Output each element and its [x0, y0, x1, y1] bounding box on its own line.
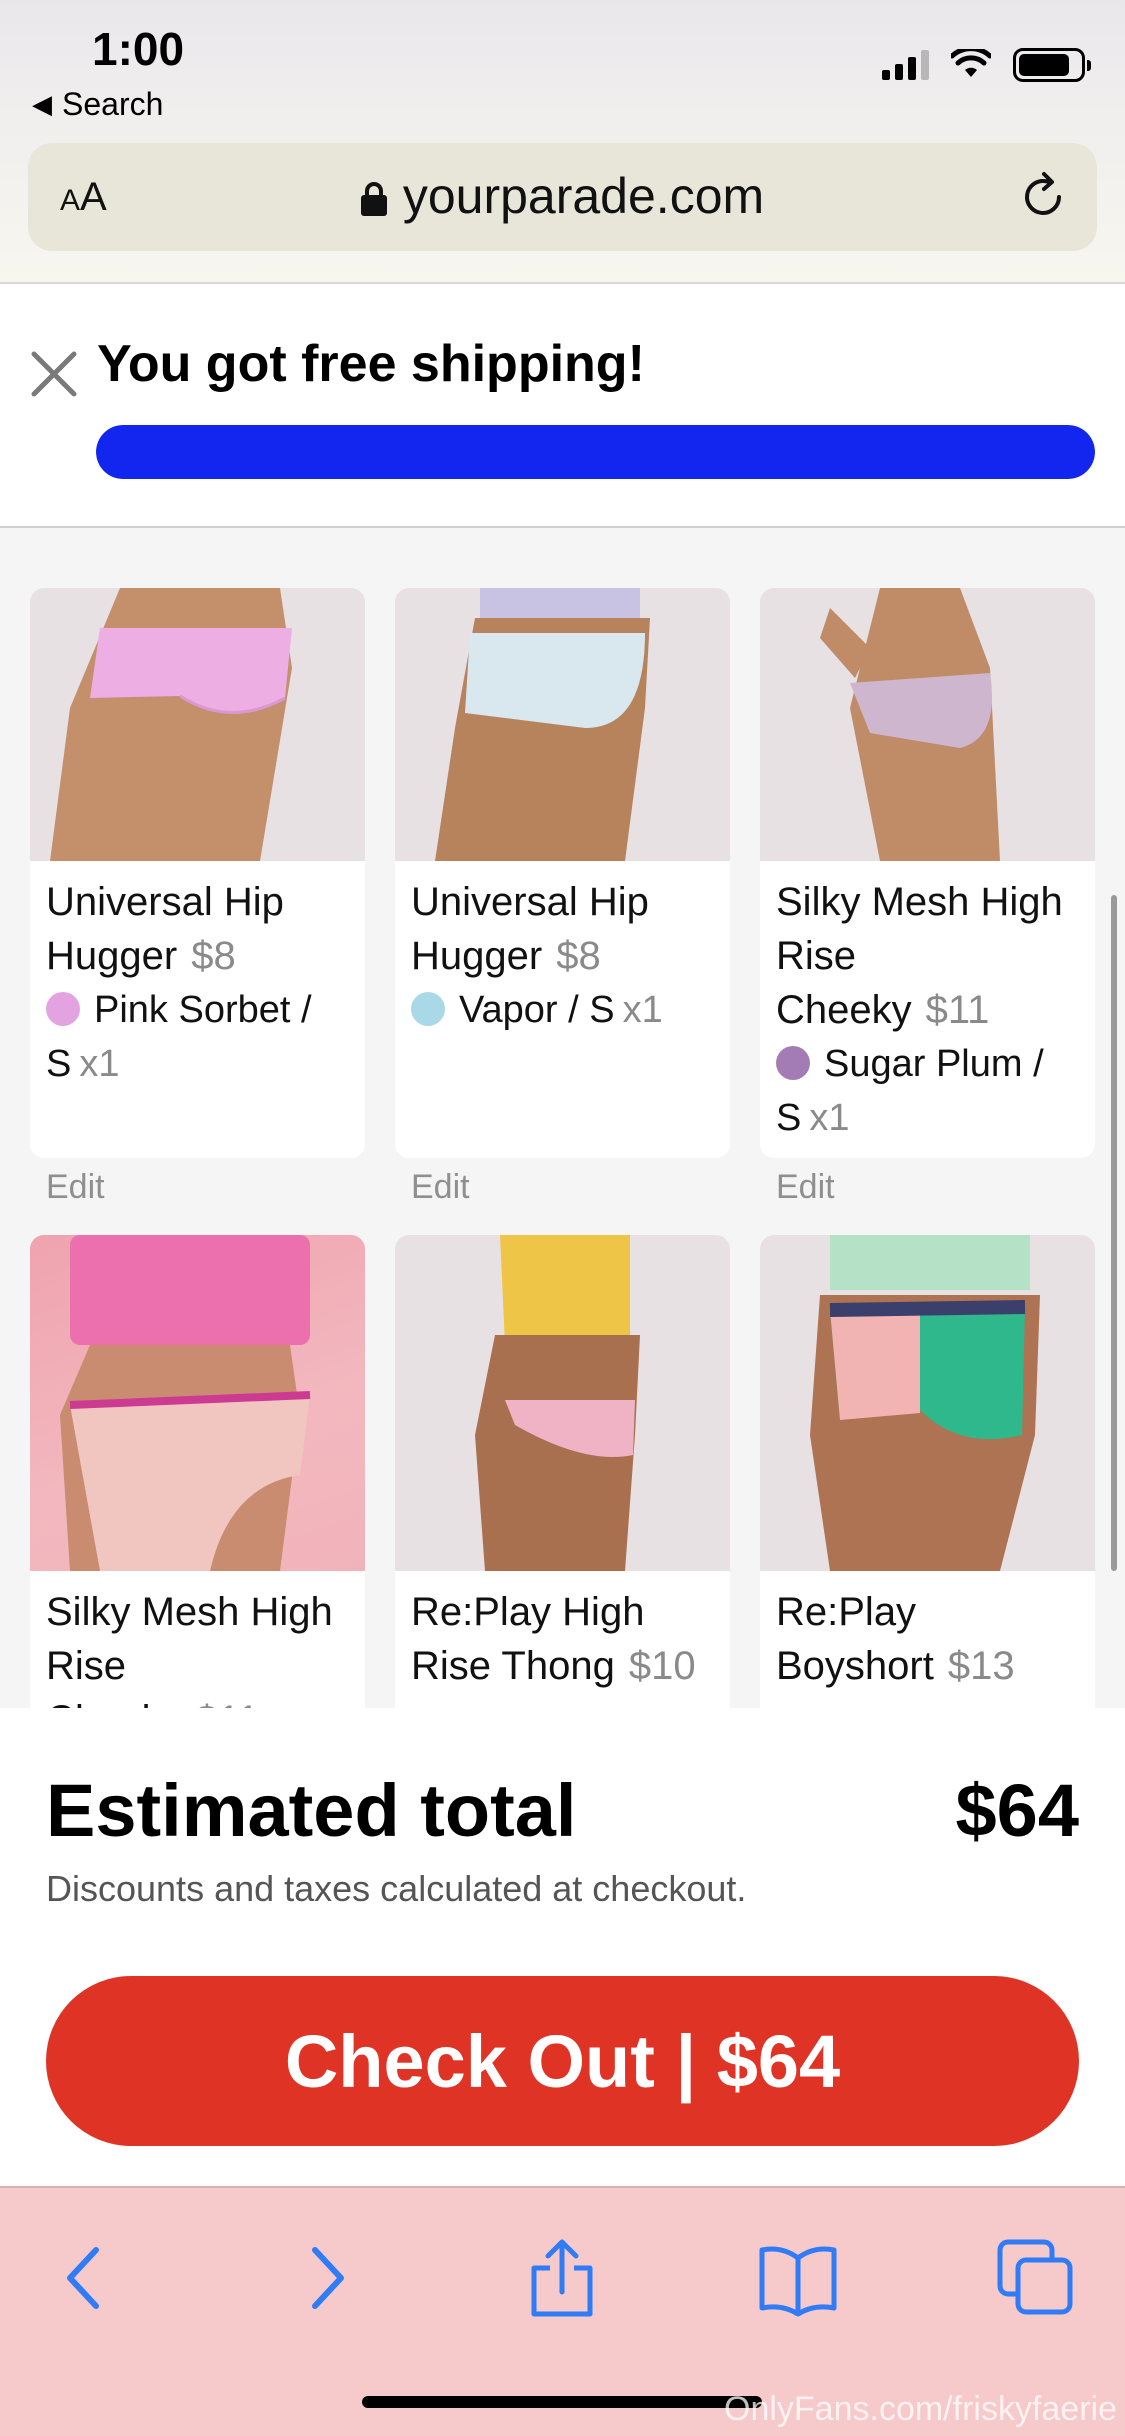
checkout-button[interactable]: Check Out | $64 [46, 1976, 1079, 2146]
checkout-note: Discounts and taxes calculated at checko… [46, 1868, 747, 1909]
lock-icon [360, 182, 387, 216]
color-swatch [46, 992, 80, 1026]
battery-icon [1013, 48, 1091, 82]
product-name: Silky Mesh High Rise Cheeky$11 [46, 1585, 349, 1708]
product-price: $8 [191, 934, 236, 978]
status-icons [882, 48, 1091, 82]
product-variant: Pink Sorbet / Sx1 [46, 989, 312, 1085]
tabs-icon[interactable] [994, 2236, 1078, 2320]
product-qty: x1 [79, 1043, 120, 1085]
edit-link[interactable]: Edit [411, 1168, 730, 1207]
product-price: $10 [628, 1644, 696, 1688]
home-indicator[interactable] [362, 2396, 762, 2408]
cart-item-info: Silky Mesh High Rise Cheeky$11 [30, 1571, 365, 1708]
color-swatch [776, 1046, 810, 1080]
product-name: Silky Mesh High Rise Cheeky$11 [776, 880, 1063, 1032]
watermark-text: OnlyFans.com/friskyfaerie [724, 2390, 1117, 2428]
cart-item-info: Re:Play High Rise Thong $10 [395, 1571, 730, 1708]
product-price: $8 [556, 934, 601, 978]
product-price: $13 [947, 1644, 1015, 1688]
url-text: yourparade.com [402, 168, 765, 224]
product-image [760, 1235, 1095, 1571]
product-variant: Vapor / Sx1 [411, 983, 714, 1037]
forward-arrow-icon[interactable] [283, 2236, 367, 2320]
product-name: Universal Hip Hugger $8 [46, 880, 284, 978]
product-name: Universal Hip Hugger $8 [411, 880, 649, 978]
back-triangle-icon: ◀ [32, 89, 52, 119]
scrollbar[interactable] [1111, 895, 1117, 1571]
product-image [395, 588, 730, 861]
shipping-progress-bar [96, 425, 1095, 479]
cart-item-card[interactable]: Silky Mesh High Rise Cheeky $11 Sugar Plu… [760, 588, 1095, 1207]
back-to-search-label: Search [62, 86, 164, 122]
back-arrow-icon[interactable] [44, 2236, 128, 2320]
status-time: 1:00 [92, 23, 185, 75]
product-name: Re:Play Boyshort $13 [776, 1590, 1015, 1688]
estimated-total-label: Estimated total [46, 1769, 577, 1852]
product-variant: Sugar Plum / Sx1 [776, 1043, 1044, 1139]
share-icon[interactable] [520, 2236, 604, 2320]
cart-item-card[interactable]: Re:Play High Rise Thong $10 [395, 1235, 730, 1708]
cart-item-info: Re:Play Boyshort $13 [760, 1571, 1095, 1708]
bookmarks-icon[interactable] [756, 2236, 840, 2320]
cart-item-card[interactable]: Universal Hip Hugger $8 Vapor / Sx1 Edit [395, 588, 730, 1207]
estimated-total-value: $64 [955, 1769, 1079, 1852]
cellular-signal-icon [882, 50, 929, 80]
cart-item-info: Universal Hip Hugger $8 Vapor / Sx1 [395, 861, 730, 1158]
close-icon[interactable] [26, 346, 82, 402]
app-screen: 1:00 ◀ Search AA yourparade.com You got … [0, 0, 1125, 2436]
product-image [395, 1235, 730, 1571]
url-display[interactable]: yourparade.com [28, 167, 1097, 225]
shipping-progress-fill [96, 425, 1095, 479]
address-bar[interactable]: AA yourparade.com [28, 143, 1097, 251]
product-image [760, 588, 1095, 861]
order-summary: Estimated total $64 Discounts and taxes … [0, 1708, 1125, 2186]
cart-item-info: Universal Hip Hugger $8 Pink Sorbet / Sx1 [30, 861, 365, 1158]
cart-item-card[interactable]: Re:Play Boyshort $13 [760, 1235, 1095, 1708]
product-price: $11 [925, 988, 990, 1032]
product-price: $11 [196, 1698, 260, 1708]
product-qty: x1 [622, 989, 663, 1031]
banner-title: You got free shipping! [97, 335, 645, 393]
status-and-url-area: 1:00 ◀ Search AA yourparade.com [0, 0, 1125, 282]
product-name: Re:Play High Rise Thong $10 [411, 1590, 696, 1688]
edit-link[interactable]: Edit [776, 1168, 1095, 1207]
color-swatch [411, 992, 445, 1026]
cart-item-info: Silky Mesh High Rise Cheeky $11 Sugar Plu… [760, 861, 1095, 1158]
back-to-search-link[interactable]: ◀ Search [32, 86, 163, 123]
reload-icon[interactable] [1017, 171, 1069, 223]
product-image [30, 588, 365, 861]
product-qty: x1 [809, 1097, 850, 1139]
edit-link[interactable]: Edit [46, 1168, 365, 1207]
cart-items-grid: Universal Hip Hugger $8 Pink Sorbet / Sx1… [0, 528, 1125, 1708]
product-image [30, 1235, 365, 1571]
free-shipping-banner: You got free shipping! [0, 284, 1125, 526]
cart-item-card[interactable]: Silky Mesh High Rise Cheeky$11 [30, 1235, 365, 1708]
wifi-icon [951, 49, 991, 77]
cart-item-card[interactable]: Universal Hip Hugger $8 Pink Sorbet / Sx1… [30, 588, 365, 1207]
